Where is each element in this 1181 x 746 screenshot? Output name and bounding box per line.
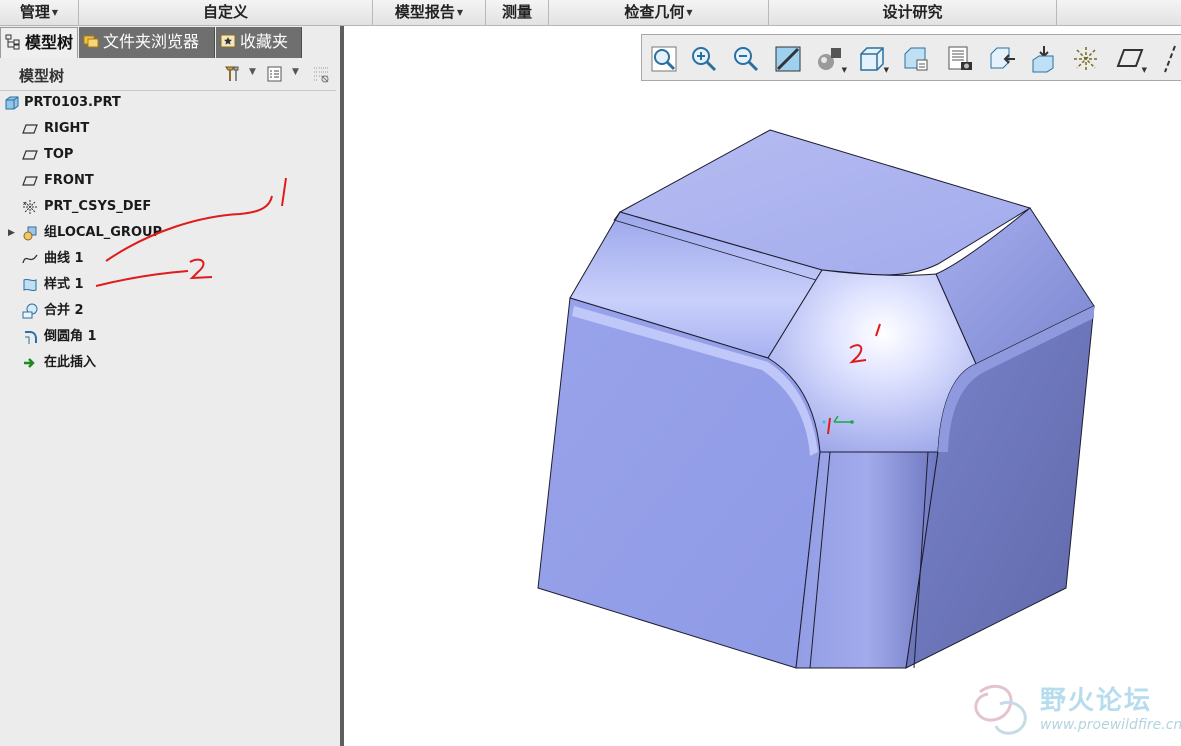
- watermark-logo-icon: [974, 684, 1027, 735]
- ribbon-group-model-report[interactable]: 模型报告 ▼: [373, 0, 486, 26]
- axis-display-button[interactable]: [1154, 41, 1181, 75]
- refit-button[interactable]: [646, 41, 682, 75]
- ribbon-group-label: 测量: [501, 3, 532, 21]
- display-style-icon: [818, 48, 841, 70]
- annotation-display-icon: [990, 47, 1015, 69]
- chevron-down-icon: ▼: [841, 66, 847, 74]
- zoom-in-icon: [692, 47, 717, 72]
- ribbon-group-bar: 管理 ▼ 自定义 模型报告 ▼ 测量 检查几何 ▼ 设计研究: [0, 0, 1181, 26]
- display-style-button[interactable]: ▼: [812, 41, 848, 75]
- ribbon-group-customize[interactable]: 自定义: [79, 0, 373, 26]
- app-window: 管理 ▼ 自定义 模型报告 ▼ 测量 检查几何 ▼ 设计研究 模型树 文件夹浏览器 收…: [0, 0, 1181, 746]
- axis-display-icon: [1164, 45, 1176, 73]
- plane-display-icon: [1116, 49, 1144, 67]
- tree-item-label: 倒圆角 1: [44, 329, 97, 344]
- chevron-down-icon: ▼: [456, 7, 464, 17]
- ribbon-group-label: 模型报告: [394, 3, 455, 21]
- spin-center-button[interactable]: [1068, 41, 1104, 75]
- ribbon-group-design-study[interactable]: 设计研究: [769, 0, 1057, 26]
- repaint-icon: [775, 46, 801, 72]
- tree-item-insert-here[interactable]: 在此插入: [0, 350, 340, 376]
- chevron-down-icon: ▼: [686, 7, 693, 17]
- zoom-out-button[interactable]: [728, 41, 764, 75]
- ribbon-group-manage[interactable]: 管理 ▼: [0, 0, 79, 26]
- repaint-button[interactable]: [770, 41, 806, 75]
- ribbon-group-label: 检查几何: [624, 3, 685, 21]
- insert-here-arrow-icon: [24, 358, 35, 368]
- perspective-view-button[interactable]: [942, 41, 978, 75]
- tree-item-label: 在此插入: [44, 355, 97, 370]
- model-3d-view[interactable]: [344, 26, 1181, 746]
- watermark-title: 野火论坛: [1040, 686, 1153, 716]
- graphics-window[interactable]: [344, 26, 1181, 746]
- section-icon: [1032, 46, 1054, 73]
- view-manager-icon: [904, 47, 928, 71]
- handwritten-annotation: [95, 177, 287, 287]
- perspective-view-icon: [948, 46, 972, 70]
- annotation-display-button[interactable]: [984, 41, 1020, 75]
- saved-orientations-button[interactable]: ▼: [854, 41, 890, 75]
- chevron-down-icon: ▼: [1141, 66, 1147, 74]
- zoom-out-icon: [734, 47, 759, 72]
- refit-icon: [651, 46, 677, 72]
- round-icon: [25, 331, 37, 344]
- section-button[interactable]: [1026, 41, 1062, 75]
- ribbon-group-label: 设计研究: [882, 3, 943, 21]
- watermark: 野火论坛 www.proewildfire.cn: [970, 680, 1181, 740]
- navigator-panel: 模型树 文件夹浏览器 收藏夹 模型树 ▼ ▼ PRT0103.PRT RIGHT…: [0, 26, 340, 746]
- ribbon-group-label: 管理: [19, 3, 50, 21]
- ribbon-group-measure[interactable]: 测量: [486, 0, 549, 26]
- ribbon-group-inspect-geometry[interactable]: 检查几何 ▼: [549, 0, 769, 26]
- spin-center-icon: [1074, 47, 1098, 71]
- watermark-url: www.proewildfire.cn: [1040, 717, 1181, 733]
- tree-item-round[interactable]: 倒圆角 1: [0, 324, 340, 350]
- chevron-down-icon: ▼: [51, 7, 59, 17]
- chevron-down-icon: ▼: [883, 66, 889, 74]
- graphics-toolbar: ▼ ▼ ▼: [641, 34, 1181, 81]
- saved-orientations-icon: [860, 47, 884, 71]
- plane-display-button[interactable]: ▼: [1112, 41, 1148, 75]
- ribbon-group-label: 自定义: [202, 3, 248, 21]
- zoom-in-button[interactable]: [686, 41, 722, 75]
- view-manager-button[interactable]: [898, 41, 934, 75]
